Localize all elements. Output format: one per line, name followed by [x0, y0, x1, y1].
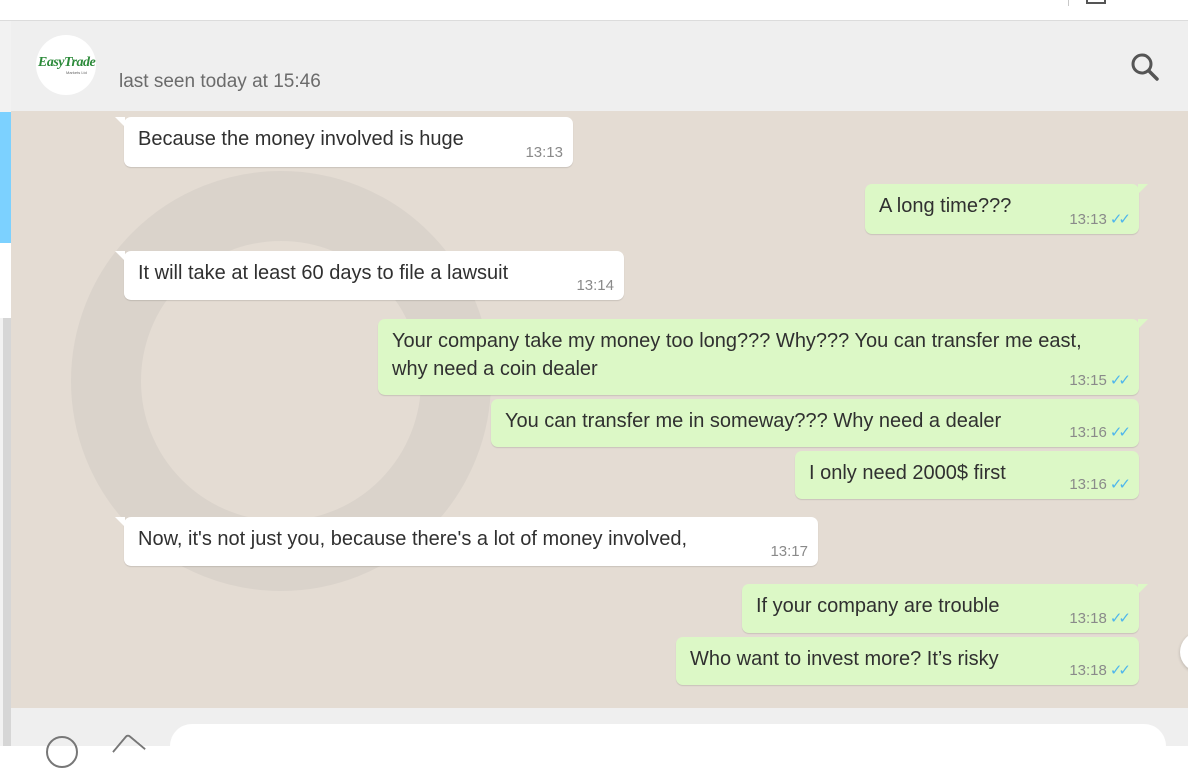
- chat-header: EasyTrade Markets Ltd last seen today at…: [11, 21, 1188, 112]
- read-receipt-icon: ✓✓: [1109, 476, 1131, 493]
- message-meta: 13:15 ✓✓: [1069, 371, 1131, 389]
- top-window-strip: [0, 0, 1188, 21]
- left-panel-gap: [0, 243, 11, 318]
- left-panel-edge: [0, 21, 11, 746]
- left-panel-scrollbar: [3, 318, 11, 746]
- message-outgoing[interactable]: You can transfer me in someway??? Why ne…: [491, 399, 1139, 447]
- search-button[interactable]: [1127, 49, 1163, 85]
- message-meta: 13:16 ✓✓: [1069, 475, 1131, 493]
- message-time: 13:15: [1069, 372, 1107, 389]
- read-receipt-icon: ✓✓: [1109, 211, 1131, 228]
- message-time: 13:17: [770, 543, 808, 560]
- message-time: 13:14: [576, 277, 614, 294]
- message-text: It will take at least 60 days to file a …: [138, 262, 509, 284]
- attach-icon[interactable]: [112, 733, 146, 767]
- bubble-tail: [115, 517, 125, 527]
- message-text: Now, it's not just you, because there's …: [138, 528, 688, 550]
- bubble-tail: [115, 117, 125, 127]
- message-meta: 13:13 ✓✓: [1069, 210, 1131, 228]
- message-time: 13:13: [1069, 211, 1107, 228]
- avatar-logo-subtext: Markets Ltd: [66, 70, 87, 75]
- message-incoming[interactable]: Now, it's not just you, because there's …: [115, 517, 818, 566]
- read-receipt-icon: ✓✓: [1109, 610, 1131, 627]
- read-receipt-icon: ✓✓: [1109, 372, 1131, 389]
- message-text: Your company take my money too long??? W…: [392, 330, 1082, 352]
- bubble-tail: [1138, 184, 1148, 194]
- read-receipt-icon: ✓✓: [1109, 424, 1131, 441]
- message-outgoing[interactable]: Who want to invest more? It’s risky 13:1…: [676, 637, 1139, 685]
- message-text-line2: why need a coin dealer: [392, 358, 598, 380]
- emoji-icon[interactable]: [46, 736, 78, 768]
- message-list[interactable]: Because the money involved is huge 13:13…: [11, 111, 1188, 708]
- bubble-tail: [115, 251, 125, 261]
- message-input[interactable]: [170, 724, 1166, 770]
- message-outgoing[interactable]: Your company take my money too long??? W…: [378, 319, 1148, 395]
- message-time: 13:16: [1069, 476, 1107, 493]
- message-incoming[interactable]: Because the money involved is huge 13:13: [115, 117, 573, 167]
- search-icon: [1131, 53, 1159, 81]
- message-time: 13:16: [1069, 424, 1107, 441]
- bubble-tail: [1138, 584, 1148, 594]
- message-composer: [11, 708, 1188, 770]
- message-meta: 13:18 ✓✓: [1069, 609, 1131, 627]
- bubble-tail: [1138, 319, 1148, 329]
- avatar-logo-text: EasyTrade: [38, 55, 96, 70]
- message-outgoing[interactable]: If your company are trouble 13:18 ✓✓: [742, 584, 1148, 633]
- message-text: You can transfer me in someway??? Why ne…: [505, 410, 1002, 432]
- message-meta: 13:18 ✓✓: [1069, 661, 1131, 679]
- read-receipt-icon: ✓✓: [1109, 662, 1131, 679]
- toolbar-divider: [1068, 0, 1069, 6]
- contact-avatar[interactable]: EasyTrade Markets Ltd: [36, 35, 96, 95]
- message-text: Who want to invest more? It’s risky: [690, 648, 999, 670]
- message-incoming[interactable]: It will take at least 60 days to file a …: [115, 251, 624, 300]
- message-time: 13:13: [525, 144, 563, 161]
- message-outgoing[interactable]: I only need 2000$ first 13:16 ✓✓: [795, 451, 1139, 499]
- window-icon[interactable]: [1086, 0, 1106, 4]
- message-text: Because the money involved is huge: [138, 128, 464, 150]
- message-time: 13:18: [1069, 610, 1107, 627]
- selected-chat-indicator: [0, 112, 11, 243]
- message-outgoing[interactable]: A long time??? 13:13 ✓✓: [865, 184, 1148, 234]
- message-time: 13:18: [1069, 662, 1107, 679]
- message-meta: 13:16 ✓✓: [1069, 423, 1131, 441]
- contact-status: last seen today at 15:46: [119, 71, 321, 92]
